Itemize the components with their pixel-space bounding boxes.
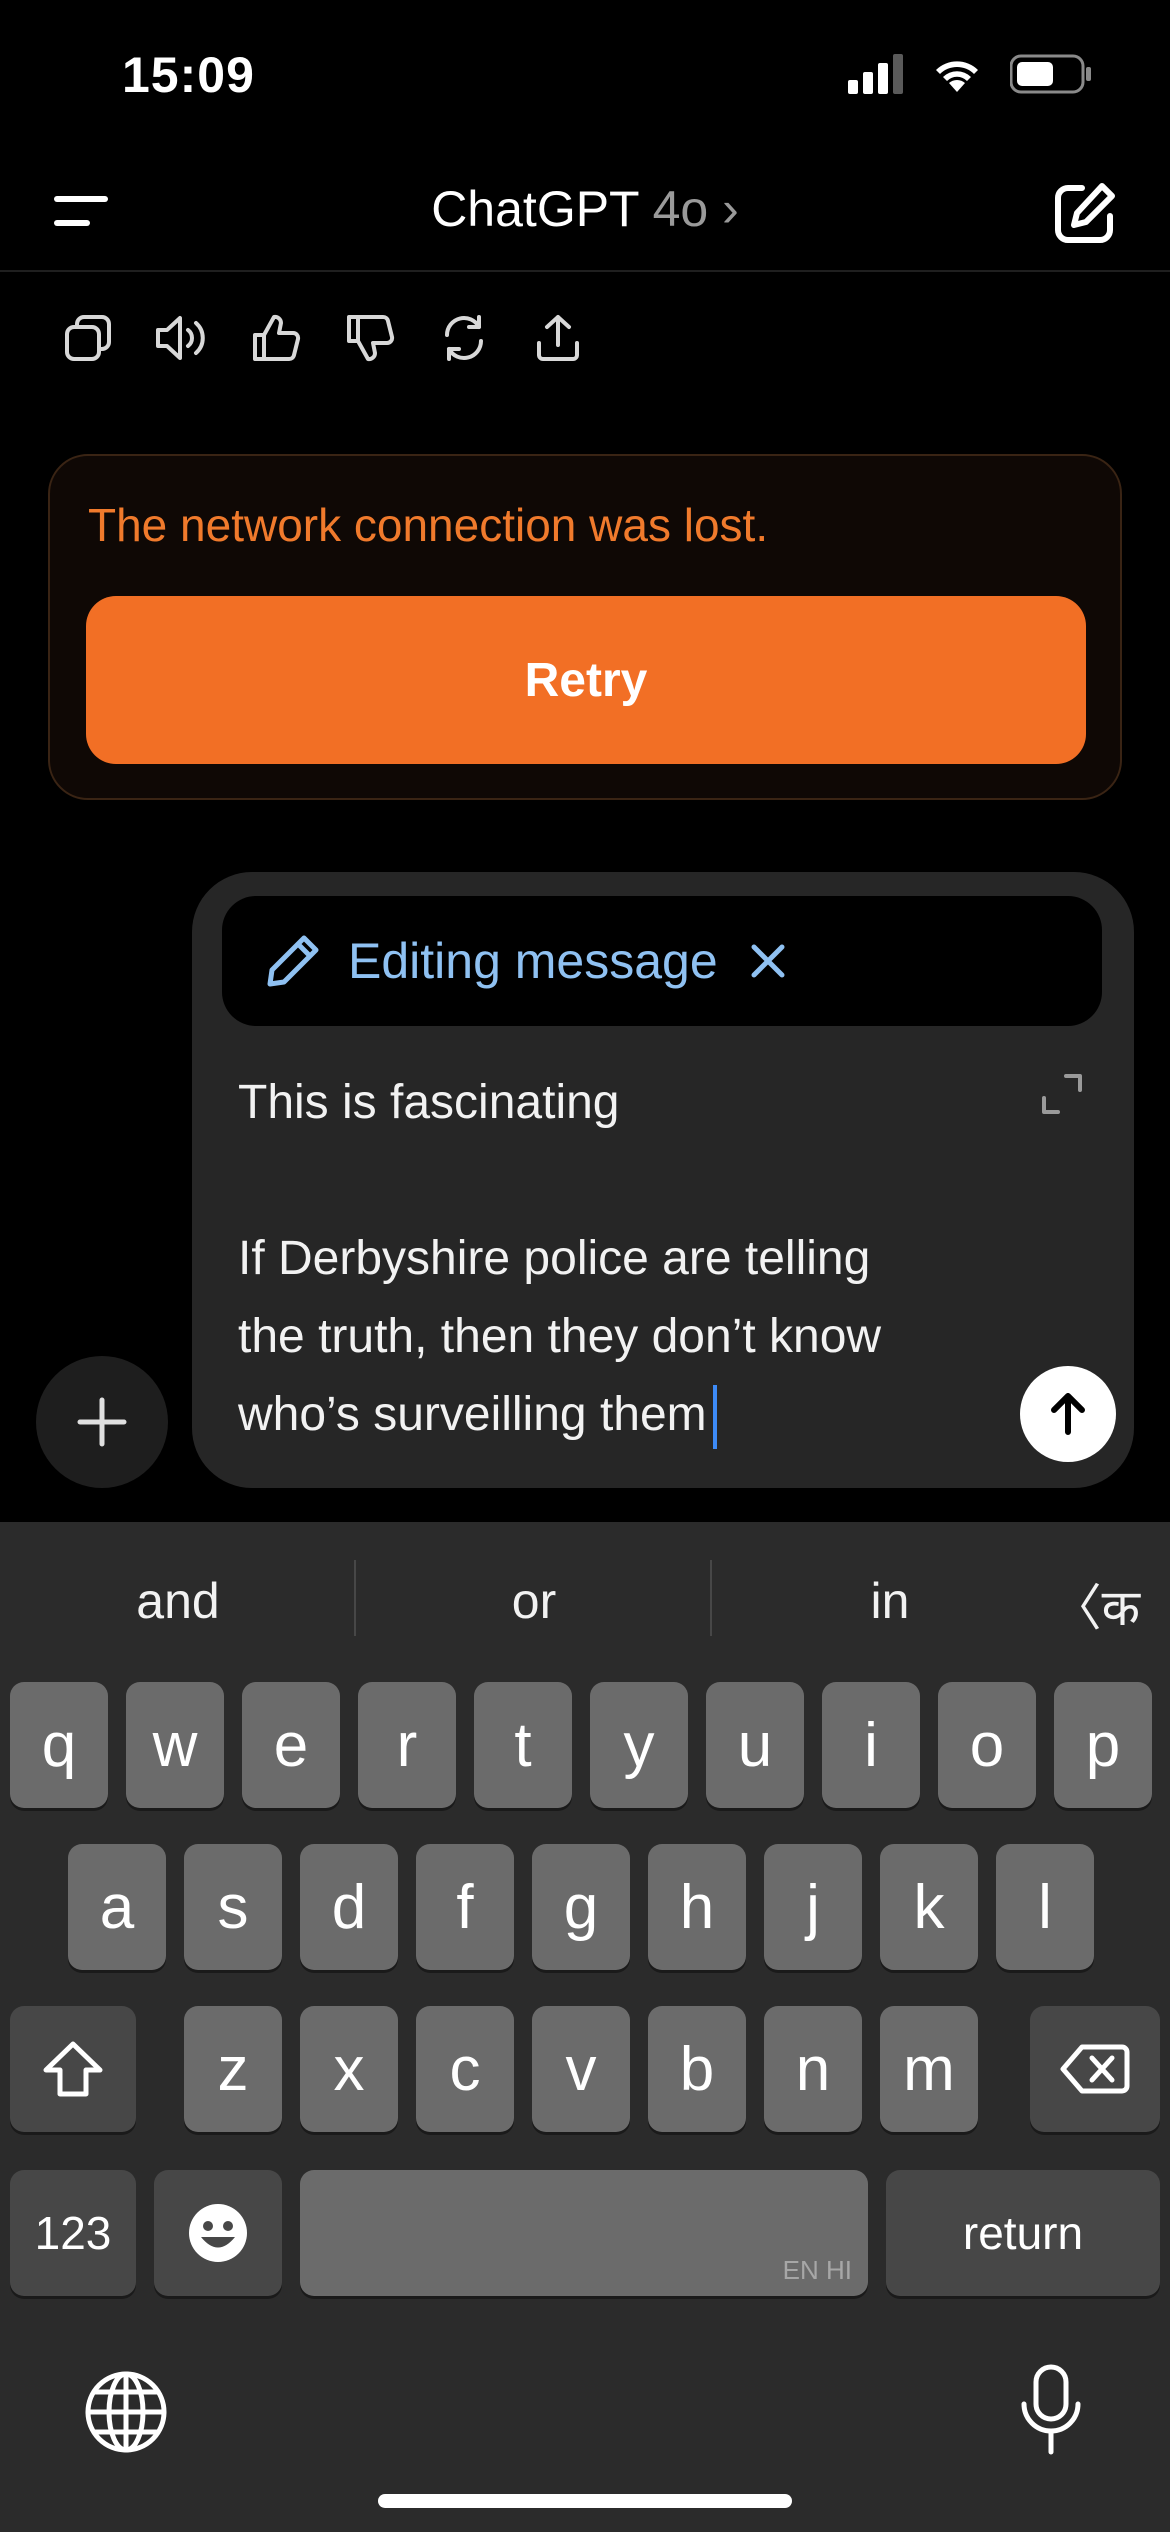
new-chat-icon[interactable]: [1052, 180, 1118, 246]
status-time: 15:09: [122, 47, 255, 103]
key-l[interactable]: l: [996, 1844, 1094, 1970]
key-f[interactable]: f: [416, 1844, 514, 1970]
retry-button[interactable]: Retry: [86, 596, 1086, 764]
language-switch[interactable]: 〈क: [1052, 1568, 1140, 1640]
key-d[interactable]: d: [300, 1844, 398, 1970]
arrow-up-icon: [1051, 1393, 1085, 1435]
backspace-key[interactable]: [1030, 2006, 1160, 2132]
key-m[interactable]: m: [880, 2006, 978, 2132]
share-icon[interactable]: [530, 310, 586, 366]
input-line: the truth, then they don’t know: [238, 1310, 882, 1363]
input-line: This is fascinating: [238, 1076, 620, 1129]
send-button[interactable]: [1020, 1366, 1116, 1462]
close-icon[interactable]: [748, 941, 788, 981]
thumbs-down-icon[interactable]: [342, 310, 398, 366]
key-r[interactable]: r: [358, 1682, 456, 1808]
key-w[interactable]: w: [126, 1682, 224, 1808]
input-line: [238, 1142, 998, 1220]
copy-icon[interactable]: [60, 310, 116, 366]
key-z[interactable]: z: [184, 2006, 282, 2132]
input-line: If Derbyshire police are telling: [238, 1232, 871, 1285]
numbers-key[interactable]: 123: [10, 2170, 136, 2296]
error-message: The network connection was lost.: [88, 499, 769, 551]
emoji-key[interactable]: [154, 2170, 282, 2296]
microphone-icon[interactable]: [1020, 2364, 1082, 2456]
key-j[interactable]: j: [764, 1844, 862, 1970]
wifi-icon: [936, 61, 978, 92]
key-p[interactable]: p: [1054, 1682, 1152, 1808]
app-title: ChatGPT: [431, 181, 639, 237]
key-n[interactable]: n: [764, 2006, 862, 2132]
key-s[interactable]: s: [184, 1844, 282, 1970]
model-name: 4o: [652, 181, 709, 237]
status-icons: [848, 54, 1092, 94]
status-bar: 15:09: [0, 0, 1170, 150]
pencil-icon: [267, 935, 319, 987]
message-actions: [60, 310, 586, 366]
key-o[interactable]: o: [938, 1682, 1036, 1808]
key-y[interactable]: y: [590, 1682, 688, 1808]
signal-icon: [848, 54, 903, 94]
key-c[interactable]: c: [416, 2006, 514, 2132]
key-t[interactable]: t: [474, 1682, 572, 1808]
predictive-bar: and or in 〈क: [0, 1522, 1170, 1674]
thumbs-up-icon[interactable]: [248, 310, 304, 366]
key-a[interactable]: a: [68, 1844, 166, 1970]
input-line: who’s surveilling them: [238, 1388, 707, 1441]
emoji-icon: [189, 2204, 247, 2262]
suggestion-2[interactable]: or: [356, 1572, 712, 1630]
add-attachment-button[interactable]: [36, 1356, 168, 1488]
network-error-banner: The network connection was lost. Retry: [48, 454, 1122, 800]
key-g[interactable]: g: [532, 1844, 630, 1970]
key-k[interactable]: k: [880, 1844, 978, 1970]
editing-label: Editing message: [348, 933, 718, 989]
key-e[interactable]: e: [242, 1682, 340, 1808]
space-key[interactable]: EN HI: [300, 2170, 868, 2296]
input-line-last: who’s surveilling them: [238, 1376, 998, 1454]
shift-key[interactable]: [10, 2006, 136, 2132]
message-composer: Editing message This is fascinating If D…: [192, 872, 1134, 1488]
regenerate-icon[interactable]: [436, 310, 492, 366]
text-cursor: [712, 1385, 717, 1450]
chevron-right-icon: ›: [722, 181, 739, 237]
key-q[interactable]: q: [10, 1682, 108, 1808]
top-nav: ChatGPT 4o ›: [0, 150, 1170, 272]
return-key[interactable]: return: [886, 2170, 1160, 2296]
plus-icon: [77, 1397, 127, 1447]
key-v[interactable]: v: [532, 2006, 630, 2132]
globe-icon[interactable]: [84, 2370, 168, 2454]
model-selector[interactable]: ChatGPT 4o ›: [0, 180, 1170, 238]
home-indicator: [378, 2494, 792, 2508]
key-u[interactable]: u: [706, 1682, 804, 1808]
suggestion-1[interactable]: and: [0, 1572, 356, 1630]
editing-message-bar: Editing message: [222, 896, 1102, 1026]
key-i[interactable]: i: [822, 1682, 920, 1808]
message-input[interactable]: This is fascinating If Derbyshire police…: [238, 1064, 998, 1454]
keyboard: and or in 〈क 123 EN HI return qwertyuiop…: [0, 1522, 1170, 2532]
key-h[interactable]: h: [648, 1844, 746, 1970]
suggestion-3[interactable]: in: [712, 1572, 1068, 1630]
read-aloud-icon[interactable]: [154, 310, 210, 366]
space-language-label: EN HI: [782, 2255, 852, 2285]
battery-icon: [1010, 54, 1091, 94]
shift-icon: [43, 2041, 103, 2097]
key-x[interactable]: x: [300, 2006, 398, 2132]
key-b[interactable]: b: [648, 2006, 746, 2132]
expand-icon[interactable]: [1040, 1072, 1084, 1116]
backspace-icon: [1060, 2044, 1130, 2094]
